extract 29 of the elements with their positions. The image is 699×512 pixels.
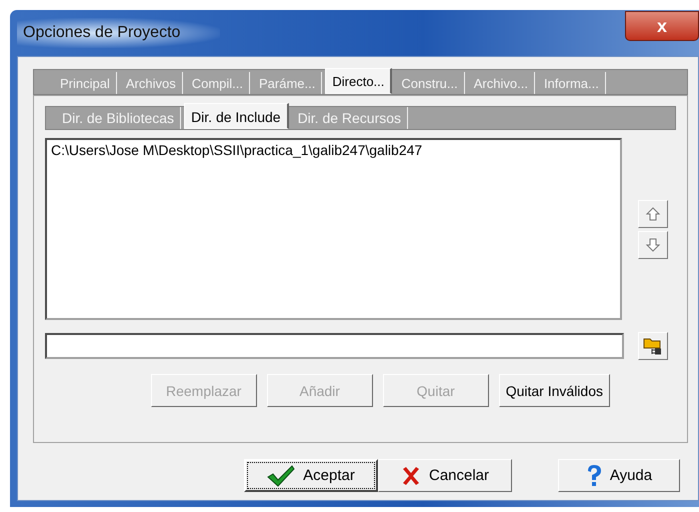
- down-arrow-icon: [645, 236, 661, 252]
- path-field[interactable]: [45, 333, 624, 359]
- list-item[interactable]: C:\Users\Jose M\Desktop\SSII\practica_1\galib247\galib247: [51, 142, 616, 158]
- help-button[interactable]: Ayuda: [558, 459, 680, 492]
- cross-icon: [400, 466, 421, 486]
- tab[interactable]: Paráme...: [253, 72, 322, 94]
- move-down-button[interactable]: [638, 230, 668, 258]
- tab[interactable]: Compil...: [186, 72, 250, 94]
- tab[interactable]: Principal: [54, 72, 117, 94]
- action-button[interactable]: Quitar Inválidos: [498, 374, 610, 407]
- tab[interactable]: Archivo...: [468, 72, 535, 94]
- up-arrow-icon: [645, 206, 661, 222]
- tab[interactable]: Dir. de Include: [184, 103, 289, 129]
- tab[interactable]: Dir. de Recursos: [292, 107, 408, 129]
- window-title: Opciones de Proyecto: [17, 18, 220, 48]
- tab[interactable]: Constru...: [395, 72, 465, 94]
- tab[interactable]: Informa...: [538, 72, 606, 94]
- cancel-button[interactable]: Cancelar: [378, 459, 512, 492]
- checkmark-icon: [267, 464, 296, 486]
- tab[interactable]: Directo...: [325, 68, 392, 94]
- close-button[interactable]: x: [625, 11, 699, 41]
- directory-list[interactable]: C:\Users\Jose M\Desktop\SSII\practica_1\galib247\galib247: [45, 138, 622, 320]
- tab[interactable]: Archivos: [120, 72, 183, 94]
- tab[interactable]: Dir. de Bibliotecas: [56, 107, 182, 129]
- browse-button[interactable]: [638, 332, 668, 360]
- question-mark-icon: [586, 464, 602, 488]
- move-up-button[interactable]: [638, 200, 668, 228]
- folder-icon: [643, 336, 663, 356]
- ok-button[interactable]: Aceptar: [244, 459, 378, 492]
